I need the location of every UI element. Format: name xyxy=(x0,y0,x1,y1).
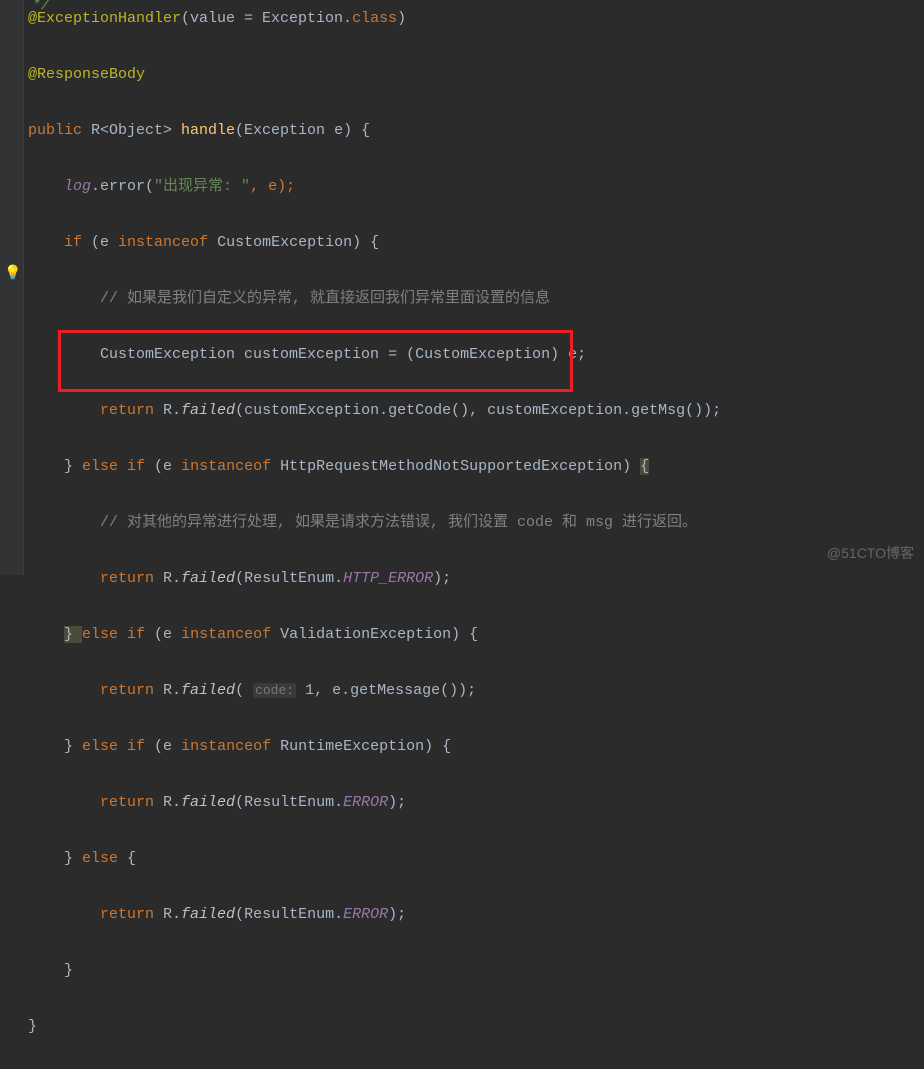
code-text: (e xyxy=(91,234,118,251)
annotation: @ExceptionHandler xyxy=(28,10,181,27)
comment: // 对其他的异常进行处理, 如果是请求方法错误, 我们设置 code 和 ms… xyxy=(100,514,697,531)
keyword-return: return xyxy=(100,682,163,699)
code-text: } xyxy=(64,458,82,475)
comment: // 如果是我们自定义的异常, 就直接返回我们异常里面设置的信息 xyxy=(100,290,550,307)
code-text: ( xyxy=(235,682,253,699)
watermark-text: @51CTO博客 xyxy=(827,539,914,567)
code-text: (e xyxy=(154,458,181,475)
annotation: @ResponseBody xyxy=(28,66,145,83)
keyword-return: return xyxy=(100,570,163,587)
code-text: CustomException customException = (Custo… xyxy=(100,346,586,363)
code-text: (e xyxy=(154,738,181,755)
keyword-if: if xyxy=(64,234,91,251)
static-method: failed xyxy=(181,906,235,923)
code-text: ); xyxy=(388,794,406,811)
keyword-return: return xyxy=(100,402,163,419)
code-text: (e xyxy=(154,626,181,643)
matched-brace: { xyxy=(640,458,649,475)
static-method: failed xyxy=(181,570,235,587)
code-text: R. xyxy=(163,570,181,587)
keyword-return: return xyxy=(100,906,163,923)
code-text: } xyxy=(64,738,82,755)
code-text: (customException.getCode(), customExcept… xyxy=(235,402,721,419)
code-text: (value = Exception. xyxy=(181,10,352,27)
enum-value: ERROR xyxy=(343,794,388,811)
intention-bulb-icon[interactable]: 💡 xyxy=(4,260,21,288)
code-text: } xyxy=(64,962,73,979)
static-method: failed xyxy=(181,794,235,811)
type: R<Object> xyxy=(91,122,181,139)
editor-gutter: 💡 xyxy=(0,0,24,575)
keyword-instanceof: instanceof xyxy=(181,738,280,755)
string-literal: "出现异常: " xyxy=(154,178,250,195)
code-text: { xyxy=(127,850,136,867)
keyword-elseif: else if xyxy=(82,738,154,755)
code-text: ); xyxy=(388,906,406,923)
field-log: log xyxy=(64,178,91,195)
method-name: handle xyxy=(181,122,235,139)
code-text: (ResultEnum. xyxy=(235,906,343,923)
code-text: ) xyxy=(397,10,406,27)
keyword-public: public xyxy=(28,122,91,139)
keyword-instanceof: instanceof xyxy=(118,234,217,251)
javadoc-close: */ xyxy=(32,0,50,20)
static-method: failed xyxy=(181,682,235,699)
code-text: .error( xyxy=(91,178,154,195)
code-text: R. xyxy=(163,402,181,419)
enum-value: ERROR xyxy=(343,906,388,923)
static-method: failed xyxy=(181,402,235,419)
keyword-instanceof: instanceof xyxy=(181,458,280,475)
code-text: ValidationException) { xyxy=(280,626,478,643)
code-editor[interactable]: @ExceptionHandler(value = Exception.clas… xyxy=(28,5,924,1069)
code-text: } xyxy=(64,850,82,867)
matched-brace: } xyxy=(64,626,82,643)
keyword-elseif: else if xyxy=(82,626,154,643)
code-text: R. xyxy=(163,906,181,923)
code-text: R. xyxy=(163,682,181,699)
keyword-return: return xyxy=(100,794,163,811)
keyword-else: else xyxy=(82,850,127,867)
code-text: RuntimeException) { xyxy=(280,738,451,755)
code-text: , e); xyxy=(250,178,295,195)
keyword-instanceof: instanceof xyxy=(181,626,280,643)
code-text: 1, e.getMessage()); xyxy=(296,682,476,699)
keyword-elseif: else if xyxy=(82,458,154,475)
parameter-hint: code: xyxy=(253,683,296,698)
code-text: (ResultEnum. xyxy=(235,570,343,587)
code-text: CustomException) { xyxy=(217,234,379,251)
code-text: ); xyxy=(433,570,451,587)
enum-value: HTTP_ERROR xyxy=(343,570,433,587)
code-text: } xyxy=(28,1018,37,1035)
code-text: (ResultEnum. xyxy=(235,794,343,811)
keyword-class: class xyxy=(352,10,397,27)
code-text: HttpRequestMethodNotSupportedException) xyxy=(280,458,640,475)
code-text: R. xyxy=(163,794,181,811)
code-text: (Exception e) { xyxy=(235,122,370,139)
